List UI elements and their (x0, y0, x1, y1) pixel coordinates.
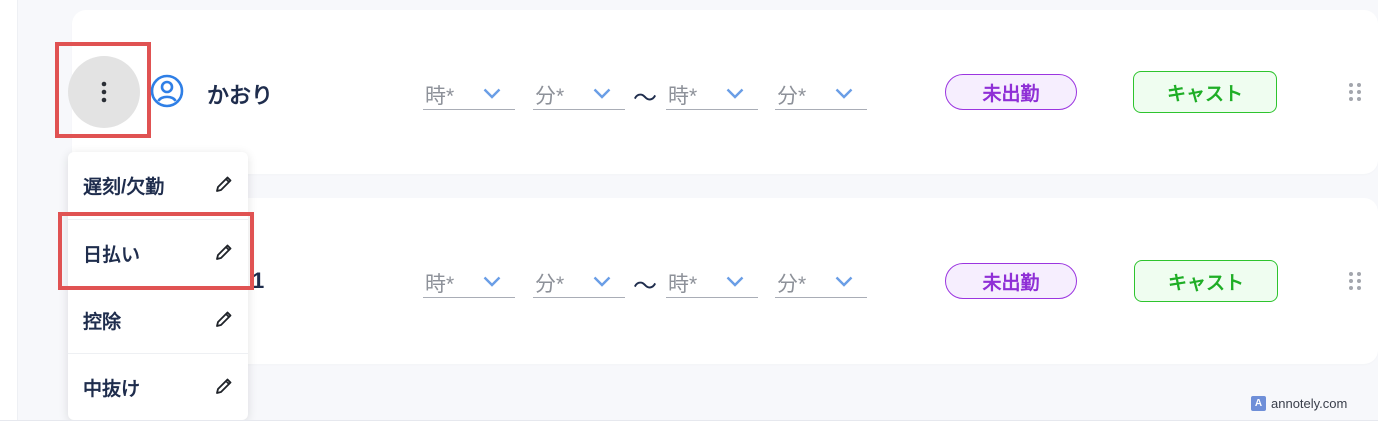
menu-item-daily-pay[interactable]: 日払い (68, 219, 248, 286)
drag-handle-icon[interactable] (1348, 82, 1362, 102)
chevron-down-icon (593, 88, 611, 99)
end-hour-select[interactable]: 時* (666, 76, 758, 110)
start-minute-select[interactable]: 分* (533, 76, 625, 110)
select-placeholder: 時* (668, 85, 698, 108)
select-placeholder: 時* (425, 85, 455, 108)
menu-item-break-out[interactable]: 中抜け (68, 353, 248, 420)
menu-item-late-absent[interactable]: 遅刻/欠勤 (68, 152, 248, 219)
chevron-down-icon (483, 88, 501, 99)
menu-item-label: 日払い (83, 244, 141, 266)
select-placeholder: 分* (535, 85, 565, 108)
role-button[interactable]: キャスト (1134, 260, 1278, 302)
menu-item-label: 中抜け (83, 378, 141, 400)
user-icon (150, 74, 184, 108)
pencil-icon (216, 244, 232, 260)
select-placeholder: 時* (425, 273, 455, 296)
staff-name: かおり (207, 83, 274, 108)
chevron-down-icon (835, 276, 853, 287)
range-separator: 〜 (633, 273, 657, 300)
left-rail (0, 0, 18, 426)
range-separator: 〜 (633, 85, 657, 112)
select-placeholder: 分* (535, 273, 565, 296)
watermark-text: annotely.com (1271, 396, 1348, 411)
end-minute-select[interactable]: 分* (775, 264, 867, 298)
role-button[interactable]: キャスト (1133, 71, 1277, 113)
chevron-down-icon (593, 276, 611, 287)
attendance-status-badge[interactable]: 未出勤 (945, 74, 1077, 110)
end-hour-select[interactable]: 時* (666, 264, 758, 298)
drag-handle-icon[interactable] (1348, 271, 1362, 291)
chevron-down-icon (726, 276, 744, 287)
start-hour-select[interactable]: 時* (423, 76, 515, 110)
menu-item-label: 遅刻/欠勤 (83, 177, 165, 198)
row-menu-button[interactable] (68, 56, 140, 128)
pencil-icon (216, 311, 232, 327)
staff-name: 1 (252, 268, 265, 293)
menu-item-label: 控除 (83, 311, 122, 333)
select-placeholder: 時* (668, 273, 698, 296)
row-action-menu: 遅刻/欠勤 日払い 控除 中抜け (68, 152, 248, 420)
pencil-icon (216, 176, 232, 192)
menu-item-deduction[interactable]: 控除 (68, 286, 248, 353)
watermark: A annotely.com (1251, 396, 1347, 411)
annotely-logo-icon: A (1251, 396, 1266, 411)
kebab-menu-icon (101, 81, 107, 103)
chevron-down-icon (835, 88, 853, 99)
start-hour-select[interactable]: 時* (423, 264, 515, 298)
pencil-icon (216, 378, 232, 394)
chevron-down-icon (726, 88, 744, 99)
bottom-border (0, 420, 1378, 426)
chevron-down-icon (483, 276, 501, 287)
attendance-status-badge[interactable]: 未出勤 (945, 263, 1077, 299)
select-placeholder: 分* (777, 273, 807, 296)
end-minute-select[interactable]: 分* (775, 76, 867, 110)
start-minute-select[interactable]: 分* (533, 264, 625, 298)
select-placeholder: 分* (777, 85, 807, 108)
